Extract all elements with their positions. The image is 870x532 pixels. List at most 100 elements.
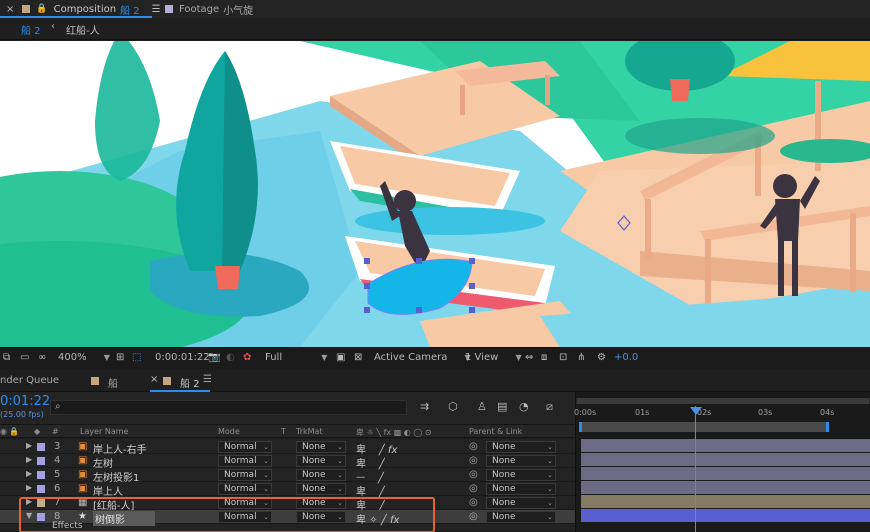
graph-editor-icon[interactable]: ⧄ <box>546 400 553 414</box>
pickwhip-icon[interactable]: ◎ <box>469 511 478 522</box>
layer-bar[interactable] <box>581 495 870 508</box>
current-time-display[interactable]: 0:00:01:22 <box>155 352 210 363</box>
panel-menu-icon[interactable]: ☰ <box>203 374 212 385</box>
col-mode[interactable]: Mode <box>218 427 240 436</box>
parent-dropdown[interactable]: None ⌄ <box>486 497 556 509</box>
breadcrumb-current[interactable]: 船 2 <box>21 22 41 37</box>
work-area-fill[interactable] <box>577 398 869 404</box>
parent-dropdown[interactable]: None ⌄ <box>486 483 556 495</box>
color-channels-icon[interactable]: ✿ <box>243 352 251 363</box>
close-icon[interactable]: × <box>6 4 14 15</box>
work-area-bar[interactable] <box>576 398 870 404</box>
lock-icon[interactable]: 🔒 <box>36 4 47 14</box>
shy-layers-icon[interactable]: ♙ <box>477 400 487 413</box>
layer-label-color-icon[interactable] <box>37 457 45 465</box>
parent-dropdown[interactable]: None ⌄ <box>486 511 556 523</box>
layer-bar[interactable] <box>581 439 870 452</box>
layer-bar[interactable] <box>581 481 870 494</box>
expand-arrow-icon[interactable]: ▶ <box>26 469 32 478</box>
mode-dropdown[interactable]: Normal ⌄ <box>218 483 272 495</box>
chevron-left-icon[interactable]: ‹ <box>51 21 55 32</box>
playhead-handle-icon[interactable] <box>690 407 702 415</box>
current-time[interactable]: 0:01:22 <box>0 394 50 409</box>
work-area-range[interactable] <box>579 422 829 432</box>
layer-row[interactable]: ▶ 4 ▣ 左树 Normal ⌄ None ⌄ 卑 ╱ ◎ None ⌄ <box>0 454 575 470</box>
expand-arrow-icon[interactable]: ▶ <box>26 455 32 464</box>
pickwhip-icon[interactable]: ◎ <box>469 455 478 466</box>
chevron-down-icon: ⌄ <box>337 485 343 493</box>
label-column-icon[interactable]: ◆ <box>34 427 40 436</box>
expand-arrow-icon[interactable]: ▶ <box>26 441 32 450</box>
switches-icons[interactable]: 卑 ☼ ╲ fx ▩ ◐ ◯ ⊙ <box>356 427 432 438</box>
parent-dropdown[interactable]: None ⌄ <box>486 441 556 453</box>
layer-bar[interactable] <box>581 453 870 466</box>
layer-bar[interactable] <box>581 467 870 480</box>
col-parent-link[interactable]: Parent & Link <box>469 427 522 436</box>
layer-bar-selected[interactable] <box>581 509 870 522</box>
region-of-interest-icon[interactable]: ▣ <box>336 352 345 363</box>
timeline-icon[interactable]: ⊡ <box>559 352 567 363</box>
resolution-dropdown[interactable]: Full ▼ <box>265 352 327 363</box>
toggle-pixel-aspect-icon[interactable]: ⇔ <box>525 352 533 363</box>
col-number[interactable]: # <box>52 427 59 436</box>
pickwhip-icon[interactable]: ◎ <box>469 497 478 508</box>
parent-value: None <box>492 484 516 494</box>
always-preview-icon[interactable]: ⧉ <box>3 352 10 363</box>
snapshot-icon[interactable]: 📷 <box>208 352 220 363</box>
comp-mini-flowchart-icon[interactable]: ⇉ <box>420 400 429 413</box>
frame-blending-icon[interactable]: ▤ <box>497 400 507 413</box>
col-trkmat[interactable]: TrkMat <box>296 427 323 436</box>
panel-menu-icon[interactable]: ☰ <box>152 4 161 15</box>
layer-label-color-icon[interactable] <box>37 485 45 493</box>
vr-goggles-icon[interactable]: ∞ <box>38 352 46 363</box>
layer-label-color-icon[interactable] <box>37 471 45 479</box>
monitor-icon[interactable]: ▭ <box>20 352 29 363</box>
timeline-tracks-panel[interactable]: 0:00s 01s 02s 03s 04s <box>574 392 870 532</box>
video-toggle-icon[interactable]: ◉ <box>0 427 7 436</box>
camera-dropdown[interactable]: Active Camera ▼ <box>374 352 471 363</box>
motion-blur-icon[interactable]: ◔ <box>519 400 529 413</box>
col-t[interactable]: T <box>281 427 286 436</box>
view-layout-dropdown[interactable]: 1 View ▼ <box>465 352 522 363</box>
show-snapshot-icon[interactable]: ◐ <box>226 352 235 363</box>
trkmat-dropdown[interactable]: None ⌄ <box>296 455 346 467</box>
zoom-dropdown[interactable]: 400% ▼ <box>58 352 110 363</box>
mode-dropdown[interactable]: Normal ⌄ <box>218 441 272 453</box>
tab-footage[interactable]: Footage 小气旋 <box>165 0 253 18</box>
ai-layer-icon: ▣ <box>78 469 88 480</box>
pickwhip-icon[interactable]: ◎ <box>469 441 478 452</box>
tab-comp-2[interactable]: 船 2 <box>180 375 200 390</box>
col-layer-name[interactable]: Layer Name <box>80 427 128 436</box>
mode-dropdown[interactable]: Normal ⌄ <box>218 455 272 467</box>
layer-row[interactable]: ▶ 6 ▣ 岸上人 Normal ⌄ None ⌄ 卑 ╱ ◎ None ⌄ <box>0 482 575 498</box>
breadcrumb-parent[interactable]: 红船-人 <box>66 22 100 37</box>
trkmat-dropdown[interactable]: None ⌄ <box>296 441 346 453</box>
mode-dropdown[interactable]: Normal ⌄ <box>218 469 272 481</box>
trkmat-dropdown[interactable]: None ⌄ <box>296 483 346 495</box>
mode-value: Normal <box>224 456 257 466</box>
current-time-indicator[interactable] <box>695 406 696 532</box>
layer-label-color-icon[interactable] <box>37 443 45 451</box>
layer-row[interactable]: ▶ 5 ▣ 左树投影1 Normal ⌄ None ⌄ ᅳ ╱ ◎ None ⌄ <box>0 468 575 484</box>
pickwhip-icon[interactable]: ◎ <box>469 469 478 480</box>
layer-search-input[interactable]: ⌕ <box>50 400 407 415</box>
exposure-value[interactable]: +0.0 <box>614 352 638 363</box>
parent-dropdown[interactable]: None ⌄ <box>486 469 556 481</box>
expand-arrow-icon[interactable]: ▶ <box>26 483 32 492</box>
close-icon[interactable]: × <box>150 374 158 385</box>
draft-3d-icon[interactable]: ⬡ <box>448 400 458 413</box>
flowchart-icon[interactable]: ⋔ <box>577 352 585 363</box>
lock-column-icon[interactable]: 🔒 <box>9 427 19 436</box>
safe-margins-icon[interactable]: ⊞ <box>116 352 124 363</box>
fast-previews-icon[interactable]: ⧈ <box>541 352 547 363</box>
transparency-grid-icon[interactable]: ⊠ <box>354 352 362 363</box>
tab-render-queue[interactable]: nder Queue <box>0 375 59 386</box>
pickwhip-icon[interactable]: ◎ <box>469 483 478 494</box>
exposure-reset-icon[interactable]: ⚙ <box>597 352 606 363</box>
parent-dropdown[interactable]: None ⌄ <box>486 455 556 467</box>
tab-comp-1[interactable]: 船 <box>108 375 118 390</box>
mask-visibility-icon[interactable]: ⬚ <box>132 352 141 363</box>
trkmat-dropdown[interactable]: None ⌄ <box>296 469 346 481</box>
composition-viewer[interactable] <box>0 41 870 347</box>
layer-row[interactable]: ▶ 3 ▣ 岸上人-右手 Normal ⌄ None ⌄ 卑 ╱ fx ◎ None… <box>0 440 575 456</box>
